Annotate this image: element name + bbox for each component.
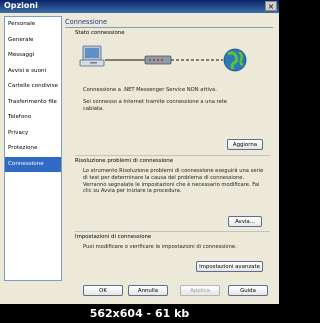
dialog-footer: OK Annulla Applica Guida — [0, 281, 279, 304]
troubleshoot-description: Lo strumento Risoluzione problemi di con… — [83, 168, 264, 195]
sidebar-item-messaggi[interactable]: Messaggi — [5, 48, 61, 64]
ok-button[interactable]: OK — [83, 285, 123, 296]
sidebar-item-telefono[interactable]: Telefono — [5, 110, 61, 126]
page-title: Connessione — [65, 18, 108, 26]
sidebar-item-avvisi-suoni[interactable]: Avvisi e suoni — [5, 64, 61, 80]
image-caption: 562x604 - 61 kb — [0, 304, 279, 323]
refresh-button[interactable]: Aggiorna — [227, 139, 263, 150]
status-group-title: Stato connessione — [75, 30, 125, 36]
settings-group-title: Impostazioni di connessione — [75, 234, 152, 240]
messenger-status-text: Connessione a .NET Messenger Service NON… — [83, 87, 217, 93]
network-status-text: Sei connesso a Internet tramite connessi… — [83, 99, 227, 112]
options-window: Opzioni × Personale Generale Messaggi Av… — [0, 0, 279, 304]
sidebar-item-trasferimento-file[interactable]: Trasferimento file — [5, 95, 61, 111]
modem-icon — [144, 55, 172, 65]
section-divider — [75, 231, 270, 232]
header-divider — [65, 27, 273, 28]
settings-description: Puoi modificare o verificare le impostaz… — [83, 244, 237, 250]
internet-globe-icon — [223, 48, 247, 72]
connection-panel: Connessione Stato connessione Connession… — [65, 16, 275, 281]
window-title: Opzioni — [4, 1, 38, 10]
sidebar-item-connessione[interactable]: Connessione — [5, 156, 61, 172]
options-sidebar: Personale Generale Messaggi Avvisi e suo… — [4, 16, 62, 281]
close-icon[interactable]: × — [265, 1, 277, 11]
cancel-button[interactable]: Annulla — [128, 285, 168, 296]
sidebar-item-cartelle-condivise[interactable]: Cartelle condivise — [5, 79, 61, 95]
apply-button[interactable]: Applica — [180, 285, 220, 296]
connection-diagram — [79, 45, 247, 72]
sidebar-item-privacy[interactable]: Privacy — [5, 126, 61, 142]
section-divider — [75, 155, 270, 156]
computer-icon — [79, 45, 105, 67]
title-bar: Opzioni × — [0, 0, 279, 13]
start-button[interactable]: Avvia... — [228, 216, 262, 227]
troubleshoot-group-title: Risoluzione problemi di connessione — [75, 158, 174, 164]
sidebar-item-protezione[interactable]: Protezione — [5, 141, 61, 157]
help-button[interactable]: Guida — [228, 285, 268, 296]
sidebar-item-generale[interactable]: Generale — [5, 33, 61, 49]
sidebar-item-personale[interactable]: Personale — [5, 17, 61, 33]
advanced-settings-button[interactable]: Impostazioni avanzate — [196, 261, 263, 272]
